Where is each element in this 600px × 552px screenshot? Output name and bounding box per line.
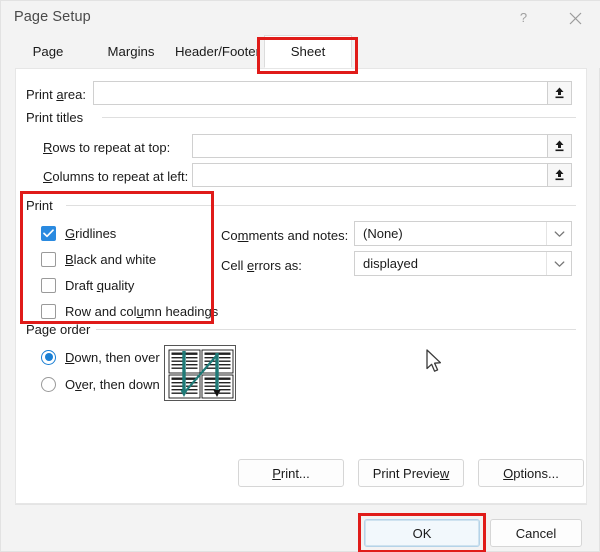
ok-button[interactable]: OK xyxy=(364,519,480,547)
print-group-label: Print xyxy=(26,198,59,213)
checkbox-gridlines-box[interactable] xyxy=(41,225,56,241)
cell-errors-as-select[interactable]: displayed xyxy=(354,251,572,276)
checkbox-gridlines-label: Gridlines xyxy=(65,225,117,241)
checkbox-draft-quality-box[interactable] xyxy=(41,277,56,293)
svg-text:?: ? xyxy=(519,11,526,25)
checkbox-draft-quality-label: Draft quality xyxy=(65,277,135,293)
rows-to-repeat-collapse-dialog-icon[interactable] xyxy=(547,134,572,158)
ok-button-label: OK xyxy=(412,525,432,541)
columns-to-repeat-input[interactable] xyxy=(192,163,572,187)
checkbox-black-and-white[interactable]: Black and white xyxy=(41,249,156,269)
comments-and-notes-label: Comments and notes: xyxy=(221,228,349,243)
cell-errors-as-value: displayed xyxy=(363,256,418,271)
page-title: Page Setup xyxy=(14,9,91,25)
tab-strip: Page Margins Header/Footer Sheet xyxy=(1,35,600,68)
page-order-preview-graphic xyxy=(168,349,234,399)
columns-to-repeat-input-field[interactable] xyxy=(193,164,539,185)
tab-header-footer[interactable]: Header/Footer xyxy=(165,35,270,68)
close-icon[interactable] xyxy=(553,1,597,35)
checkbox-row-column-headings-label: Row and column headings xyxy=(65,303,219,319)
options-button-label: Options... xyxy=(503,465,559,481)
chevron-down-icon[interactable] xyxy=(546,222,571,245)
radio-over-then-down-circle[interactable] xyxy=(41,376,56,392)
comments-and-notes-select[interactable]: (None) xyxy=(354,221,572,246)
checkbox-black-and-white-box[interactable] xyxy=(41,251,56,267)
title-bar: Page Setup ? xyxy=(1,1,600,35)
tab-page[interactable]: Page xyxy=(15,35,81,68)
columns-to-repeat-label: Columns to repeat at left: xyxy=(43,169,189,184)
tab-margins[interactable]: Margins xyxy=(91,35,171,68)
columns-to-repeat-collapse-dialog-icon[interactable] xyxy=(547,163,572,187)
tab-sheet-label: Sheet xyxy=(290,44,326,59)
checkbox-black-and-white-label: Black and white xyxy=(65,251,157,267)
radio-down-then-over-label: Down, then over xyxy=(65,349,160,365)
radio-down-then-over-circle[interactable] xyxy=(41,349,56,365)
print-titles-group-label: Print titles xyxy=(26,110,90,125)
checkbox-row-column-headings[interactable]: Row and column headings xyxy=(41,301,218,321)
cell-errors-as-label: Cell errors as: xyxy=(221,258,302,273)
options-button[interactable]: Options... xyxy=(478,459,584,487)
page-order-group-label: Page order xyxy=(26,322,97,337)
checkbox-draft-quality[interactable]: Draft quality xyxy=(41,275,134,295)
comments-and-notes-value: (None) xyxy=(363,226,403,241)
page-order-group-divider xyxy=(96,329,576,330)
page-setup-dialog: Page Setup ? Page Margins Header/Footer … xyxy=(0,0,600,552)
chevron-down-icon[interactable] xyxy=(546,252,571,275)
tab-page-label: Page xyxy=(32,44,64,59)
print-button-label: Print... xyxy=(272,465,310,481)
question-mark-icon[interactable]: ? xyxy=(501,1,545,35)
print-area-input[interactable] xyxy=(93,81,572,105)
print-preview-button[interactable]: Print Preview xyxy=(358,459,464,487)
page-order-preview xyxy=(164,345,236,401)
tab-sheet[interactable]: Sheet xyxy=(264,35,352,68)
rows-to-repeat-input[interactable] xyxy=(192,134,572,158)
cancel-button[interactable]: Cancel xyxy=(490,519,582,547)
sheet-tab-panel: Print area: Print titles Rows to repeat … xyxy=(15,68,587,504)
checkbox-row-column-headings-box[interactable] xyxy=(41,303,56,319)
print-area-input-field[interactable] xyxy=(94,82,539,103)
checkbox-gridlines[interactable]: Gridlines xyxy=(41,223,116,243)
print-preview-button-label: Print Preview xyxy=(372,465,450,481)
cancel-button-label: Cancel xyxy=(515,525,557,541)
radio-down-then-over[interactable]: Down, then over xyxy=(41,347,160,367)
print-button[interactable]: Print... xyxy=(238,459,344,487)
rows-to-repeat-label: Rows to repeat at top: xyxy=(43,140,171,155)
print-titles-group-divider xyxy=(102,117,576,118)
radio-over-then-down-label: Over, then down xyxy=(65,376,160,392)
rows-to-repeat-input-field[interactable] xyxy=(193,135,539,156)
radio-over-then-down[interactable]: Over, then down xyxy=(41,374,160,394)
print-area-label: Print area: xyxy=(26,87,86,102)
tab-header-footer-label: Header/Footer xyxy=(174,44,261,59)
footer-divider xyxy=(15,504,587,505)
print-group-divider xyxy=(66,205,576,206)
print-area-collapse-dialog-icon[interactable] xyxy=(547,81,572,105)
tab-margins-label: Margins xyxy=(107,44,155,59)
